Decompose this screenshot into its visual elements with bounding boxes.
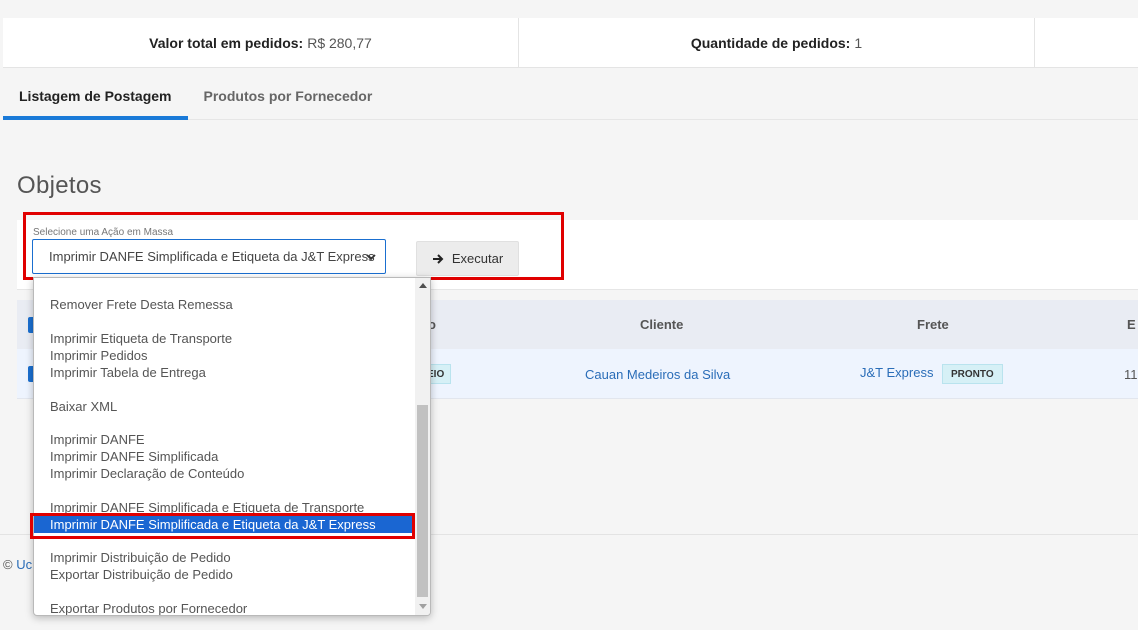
option-declaracao-conteudo[interactable]: Imprimir Declaração de Conteúdo: [34, 465, 415, 482]
option-imprimir-pedidos[interactable]: Imprimir Pedidos: [34, 347, 415, 364]
row-partial-last: 117: [1124, 367, 1138, 382]
header-partial-last: E: [1127, 317, 1136, 332]
footer: © Uc: [3, 557, 32, 572]
stats-bar: Valor total em pedidos: R$ 280,77 Quanti…: [3, 18, 1138, 68]
tab-produtos-fornecedor[interactable]: Produtos por Fornecedor: [188, 72, 389, 120]
mass-action-dropdown[interactable]: Remover Frete Desta Remessa Imprimir Eti…: [33, 277, 431, 616]
option-remover-frete[interactable]: Remover Frete Desta Remessa: [34, 296, 415, 313]
stat-order-count: Quantidade de pedidos: 1: [519, 18, 1035, 68]
scroll-up-arrow-icon[interactable]: [419, 283, 427, 288]
option-exportar-distribuicao[interactable]: Exportar Distribuição de Pedido: [34, 566, 415, 583]
execute-button[interactable]: Executar: [416, 241, 519, 276]
shipping-link[interactable]: J&T Express: [860, 365, 933, 380]
option-danfe-etiqueta-transporte[interactable]: Imprimir DANFE Simplificada e Etiqueta d…: [34, 499, 415, 516]
stat-total-label: Valor total em pedidos:: [149, 35, 304, 51]
option-etiqueta-transporte[interactable]: Imprimir Etiqueta de Transporte: [34, 330, 415, 347]
header-frete: Frete: [917, 317, 949, 332]
option-baixar-xml[interactable]: Baixar XML: [34, 398, 415, 415]
scroll-thumb[interactable]: [417, 405, 428, 597]
section-title: Objetos: [17, 172, 102, 199]
option-distribuicao-pedido[interactable]: Imprimir Distribuição de Pedido: [34, 549, 415, 566]
shipping-status-badge: PRONTO: [942, 364, 1003, 384]
option-danfe-simplificada[interactable]: Imprimir DANFE Simplificada: [34, 448, 415, 465]
stat-qty-value: 1: [854, 35, 863, 51]
stat-total-amount: R$ 280,77: [307, 35, 372, 51]
execute-label: Executar: [451, 251, 504, 266]
header-cliente: Cliente: [640, 317, 684, 332]
mass-action-selected-value: Imprimir DANFE Simplificada e Etiqueta d…: [49, 249, 375, 264]
option-tabela-entrega[interactable]: Imprimir Tabela de Entrega: [34, 364, 415, 381]
tab-listagem-postagem[interactable]: Listagem de Postagem: [3, 72, 188, 120]
mass-action-label: Selecione uma Ação em Massa: [33, 227, 174, 238]
stat-qty-label: Quantidade de pedidos:: [690, 35, 851, 51]
copyright-symbol: ©: [3, 557, 13, 572]
arrow-right-icon: [432, 253, 444, 264]
option-danfe-etiqueta-jt[interactable]: Imprimir DANFE Simplificada e Etiqueta d…: [34, 516, 415, 533]
client-link[interactable]: Cauan Medeiros da Silva: [585, 367, 730, 382]
stat-total-value: Valor total em pedidos: R$ 280,77: [3, 18, 519, 68]
option-imprimir-danfe[interactable]: Imprimir DANFE: [34, 431, 415, 448]
mass-action-select[interactable]: Imprimir DANFE Simplificada e Etiqueta d…: [32, 239, 386, 274]
stat-extra: [1035, 18, 1138, 68]
footer-link[interactable]: Uc: [16, 557, 32, 572]
tab-bar: Listagem de Postagem Produtos por Fornec…: [3, 72, 1138, 120]
option-exportar-produtos[interactable]: Exportar Produtos por Fornecedor: [34, 600, 415, 615]
scroll-down-arrow-icon[interactable]: [419, 604, 427, 609]
chevron-down-icon: [366, 254, 376, 261]
